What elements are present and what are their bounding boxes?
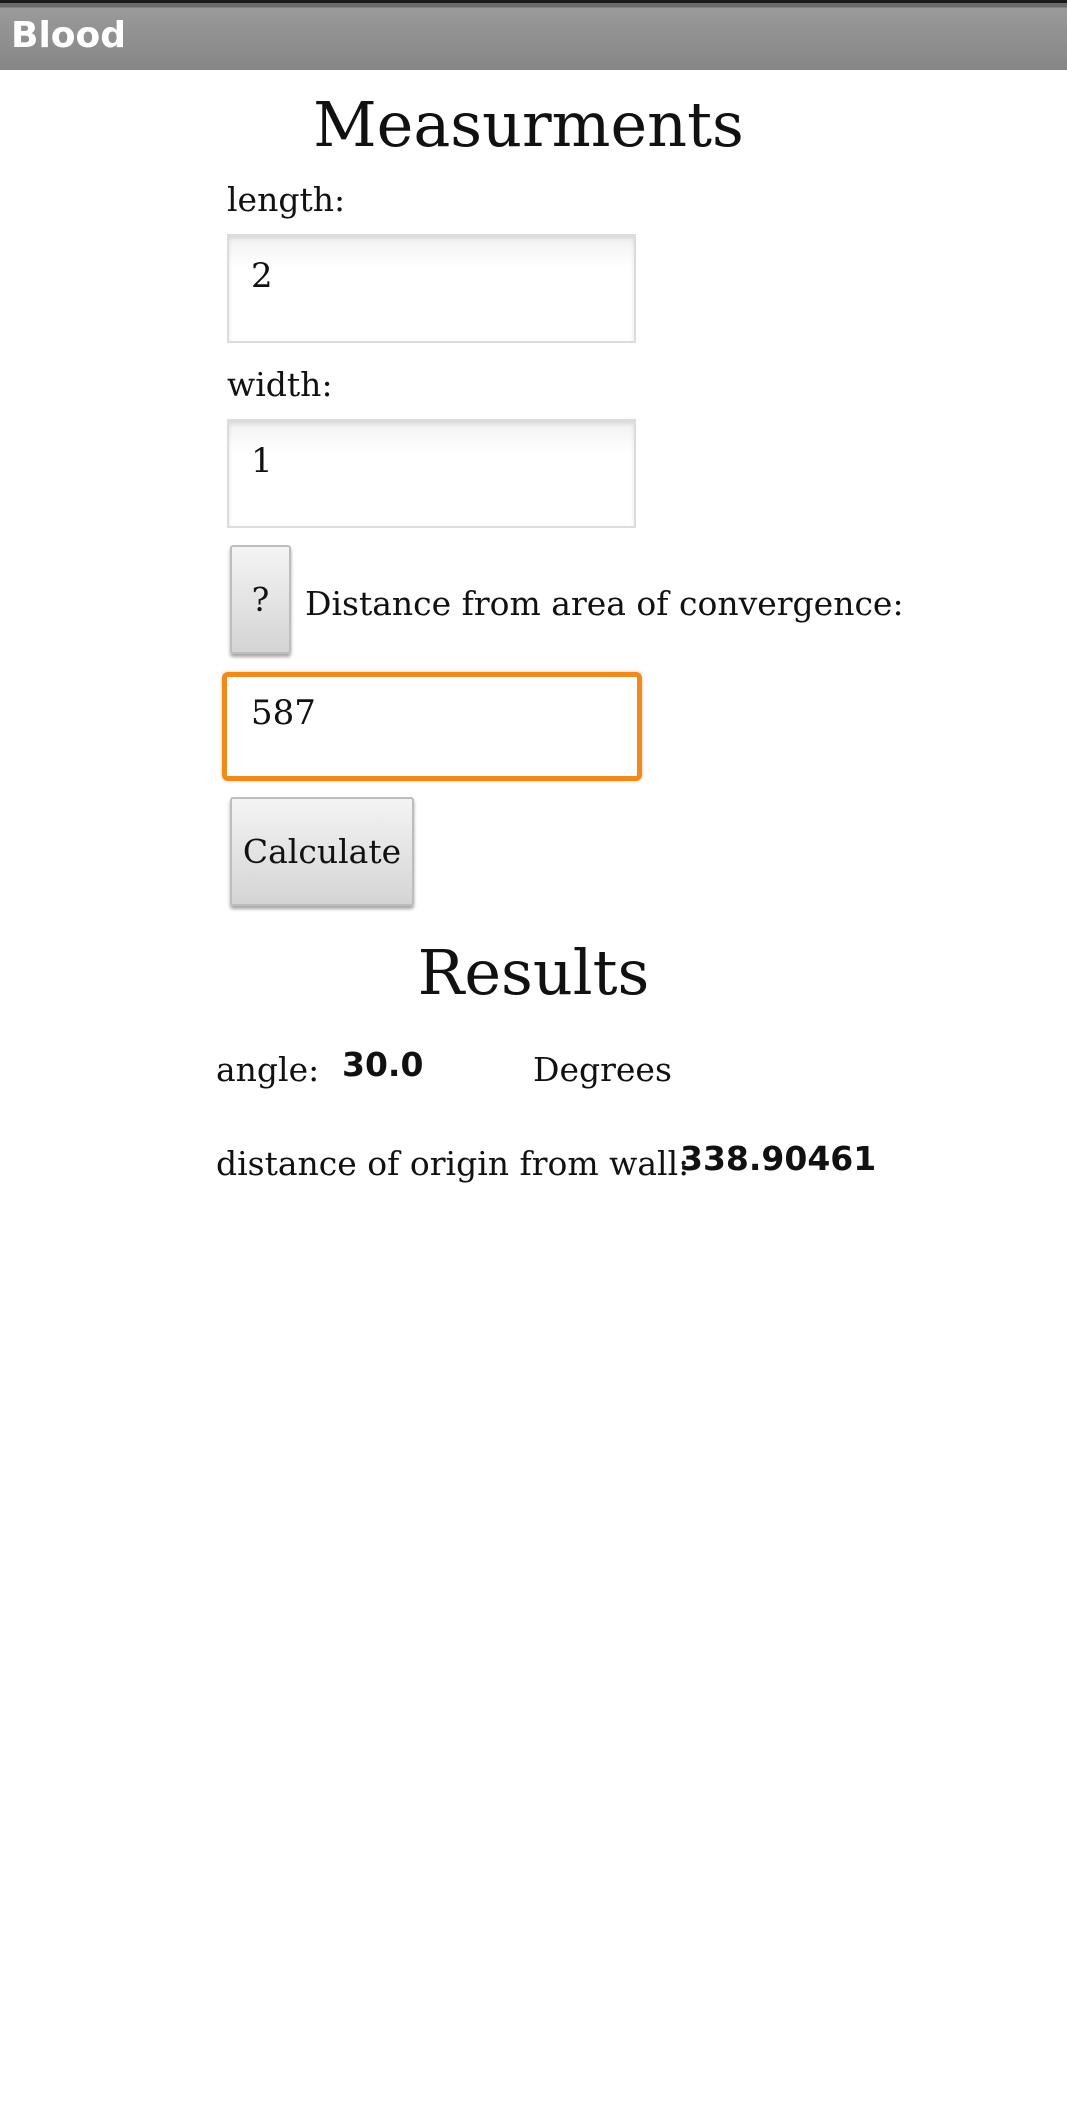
length-input[interactable]: 2 (227, 234, 636, 343)
title-bar: Blood (0, 0, 1067, 70)
distance-input[interactable]: 587 (222, 672, 642, 781)
measurements-heading: Measurments (313, 88, 744, 161)
width-label: width: (227, 365, 333, 404)
distance-label: Distance from area of convergence: (305, 584, 904, 623)
calculate-button[interactable]: Calculate (230, 797, 414, 906)
app-title: Blood (11, 15, 127, 56)
width-input[interactable]: 1 (227, 419, 636, 528)
angle-label: angle: (216, 1050, 320, 1089)
angle-value: 30.0 (342, 1045, 424, 1084)
origin-distance-value: 338.90461 (680, 1139, 877, 1178)
help-button[interactable]: ? (230, 545, 291, 654)
origin-distance-label: distance of origin from wall: (216, 1144, 690, 1183)
length-label: length: (227, 180, 346, 219)
angle-unit: Degrees (533, 1050, 672, 1089)
results-heading: Results (417, 936, 650, 1009)
